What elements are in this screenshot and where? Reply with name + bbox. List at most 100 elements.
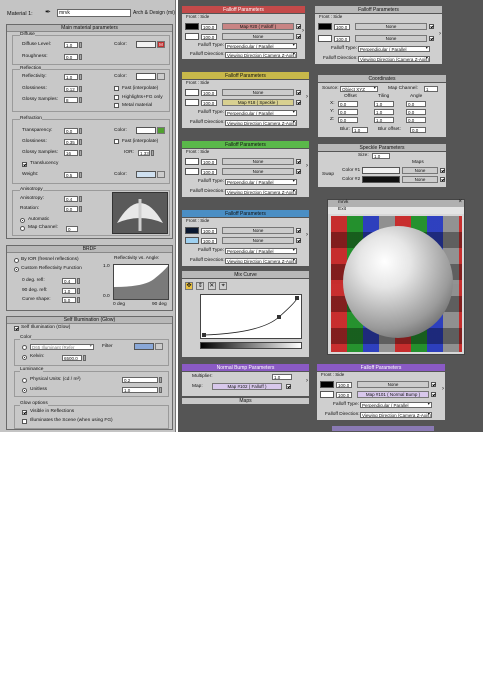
tiling-z-field[interactable]: 1,0 xyxy=(374,117,394,123)
d65-radio[interactable] xyxy=(22,345,27,350)
refraction-samples-field[interactable]: 16 xyxy=(64,150,78,156)
color1-map[interactable]: None xyxy=(402,167,438,174)
falloff-node-3-check-2[interactable] xyxy=(296,100,301,105)
falloff-node-6-check-2[interactable] xyxy=(431,392,436,397)
falloff-node-4-dir-dropdown[interactable]: Viewing Direction (Camera Z-Axis) xyxy=(225,189,297,195)
reflectivity-field[interactable]: 1,0 xyxy=(64,74,78,80)
falloff-node-5-check-1[interactable] xyxy=(296,228,301,233)
diffuse-roughness-spinner[interactable] xyxy=(79,54,82,60)
self-illum-enable-checkbox[interactable] xyxy=(14,326,19,331)
refraction-map-button[interactable] xyxy=(157,127,165,134)
reflection-samples-field[interactable]: 8 xyxy=(64,97,78,103)
kelvin-field[interactable]: 6500,0 xyxy=(62,355,82,361)
falloff-node-5-value-2[interactable]: 100,0 xyxy=(201,238,217,244)
unitless-field[interactable]: 1,0 xyxy=(122,387,158,393)
pick-material-eyedropper-icon[interactable]: ✒ xyxy=(45,9,53,17)
translucency-map-button[interactable] xyxy=(157,171,165,178)
scale-point-icon[interactable]: ⇕ xyxy=(196,282,205,290)
falloff-node-2-check-2[interactable] xyxy=(429,36,434,41)
self-illumination-header[interactable]: Self Illumination (Glow) xyxy=(7,317,172,324)
falloff-node-5-map-2[interactable]: None xyxy=(222,237,294,244)
illuminates-scene-checkbox[interactable] xyxy=(22,419,27,424)
falloff-node-5-output-icon[interactable]: › xyxy=(306,232,308,238)
falloff-node-2-check-1[interactable] xyxy=(429,24,434,29)
falloff-node-1-output-icon[interactable]: › xyxy=(302,28,304,34)
falloff-node-6[interactable]: Falloff Parameters Front : Side 100,0 No… xyxy=(316,363,446,421)
falloff-node-5-dir-dropdown[interactable]: Viewing Direction (Camera Z-Axis) xyxy=(225,258,297,264)
falloff-node-1-value-1[interactable]: 100,0 xyxy=(201,24,217,30)
falloff-node-1-type-dropdown[interactable]: Perpendicular / Parallel xyxy=(225,43,297,49)
diffuse-map-button[interactable]: M xyxy=(157,41,165,48)
falloff-node-6-check-1[interactable] xyxy=(431,382,436,387)
falloff-node-2-value-1[interactable]: 100,0 xyxy=(334,24,350,30)
falloff-node-2[interactable]: Falloff Parameters Front : Side 100,0 No… xyxy=(314,5,443,65)
falloff-node-4-map-1[interactable]: None xyxy=(222,158,294,165)
falloff-node-2-map-2[interactable]: None xyxy=(355,35,427,42)
falloff-node-4-map-2[interactable]: None xyxy=(222,168,294,175)
preview-menu-item[interactable]: Exit xyxy=(338,207,346,213)
multiplier-field[interactable]: 1,0 xyxy=(272,374,292,380)
falloff-node-4-check-1[interactable] xyxy=(296,159,301,164)
bump-map-button[interactable]: Map #102 ( Falloff ) xyxy=(212,383,282,390)
falloff-node-1-map-2[interactable]: None xyxy=(222,33,294,40)
add-point-icon[interactable]: ✕ xyxy=(207,282,216,290)
blur-offset-field[interactable]: 0,0 xyxy=(410,127,426,133)
falloff-node-4-output-icon[interactable]: › xyxy=(306,163,308,169)
material-type-button[interactable]: Arch & Design (mi) xyxy=(133,9,175,17)
falloff-node-3-swatch-1[interactable] xyxy=(185,89,199,96)
falloff-node-6-title[interactable]: Falloff Parameters xyxy=(317,364,445,372)
falloff-node-2-type-dropdown[interactable]: Perpendicular / Parallel xyxy=(358,46,430,52)
metal-material-checkbox[interactable] xyxy=(114,103,119,108)
falloff-node-3[interactable]: Falloff Parameters Front : Side 100,0 No… xyxy=(181,71,310,129)
custom-reflectivity-radio[interactable] xyxy=(14,267,19,272)
reflection-glossiness-spinner[interactable] xyxy=(79,86,82,92)
refraction-fast-checkbox[interactable] xyxy=(114,139,119,144)
translucency-checkbox[interactable] xyxy=(22,162,27,167)
anisotropy-spinner[interactable] xyxy=(79,196,82,202)
rotation-field[interactable]: 0,0 xyxy=(64,206,78,212)
offset-x-field[interactable]: 0,0 xyxy=(338,101,358,107)
falloff-node-5-title[interactable]: Falloff Parameters xyxy=(182,210,309,218)
curve-shape-spinner[interactable] xyxy=(77,297,80,303)
speckle-size-field[interactable]: 1,0 xyxy=(372,153,390,159)
falloff-node-2-dir-dropdown[interactable]: Viewing Direction (Camera Z-Axis) xyxy=(358,56,430,62)
falloff-node-3-check-1[interactable] xyxy=(296,90,301,95)
unitless-spinner[interactable] xyxy=(159,387,162,393)
falloff-node-6-type-dropdown[interactable]: Perpendicular / Parallel xyxy=(360,402,432,408)
curve-shape-field[interactable]: 5,0 xyxy=(62,297,76,303)
falloff-node-6-dir-dropdown[interactable]: Viewing Direction (Camera Z-Axis) xyxy=(360,412,432,418)
angle-x-field[interactable]: 0,0 xyxy=(406,101,426,107)
blur-field[interactable]: 1,0 xyxy=(352,127,368,133)
falloff-node-6-output-icon[interactable]: › xyxy=(442,386,444,392)
falloff-node-1-swatch-1[interactable] xyxy=(185,23,199,30)
brdf-header[interactable]: BRDF xyxy=(7,246,172,253)
falloff-node-5-map-1[interactable]: None xyxy=(222,227,294,234)
falloff-node-4[interactable]: Falloff Parameters Front : Side 100,0 No… xyxy=(181,140,310,198)
translucency-color-swatch[interactable] xyxy=(136,171,156,178)
mix-curve-title[interactable]: Mix Curve xyxy=(182,271,309,279)
map-channel-field[interactable]: 0 xyxy=(66,226,78,232)
main-material-parameters-header[interactable]: Main material parameters xyxy=(7,25,172,32)
falloff-node-3-map-2[interactable]: Map #18 ( Speckle ) xyxy=(222,99,294,106)
falloff-node-2-value-2[interactable]: 100,0 xyxy=(334,36,350,42)
falloff-node-3-type-dropdown[interactable]: Perpendicular / Parallel xyxy=(225,110,297,116)
falloff-node-1[interactable]: Falloff Parameters Front : Side 100,0 Ma… xyxy=(181,5,306,60)
filter-map-button[interactable] xyxy=(155,343,163,350)
map-channel-radio[interactable] xyxy=(20,226,25,231)
reflection-glossiness-field[interactable]: 0,12 xyxy=(64,86,78,92)
angle-y-field[interactable]: 0,0 xyxy=(406,109,426,115)
falloff-node-6-swatch-1[interactable] xyxy=(320,381,334,388)
falloff-node-3-swatch-2[interactable] xyxy=(185,99,199,106)
kelvin-radio[interactable] xyxy=(22,355,27,360)
falloff-node-1-title[interactable]: Falloff Parameters xyxy=(182,6,305,14)
anisotropy-field[interactable]: 0,4 xyxy=(64,196,78,202)
translucency-weight-spinner[interactable] xyxy=(79,172,82,178)
falloff-node-4-swatch-2[interactable] xyxy=(185,168,199,175)
falloff-node-3-dir-dropdown[interactable]: Viewing Direction (Camera Z-Axis) xyxy=(225,120,297,126)
falloff-node-1-check-2[interactable] xyxy=(296,34,301,39)
bump-map-checkbox[interactable] xyxy=(286,384,291,389)
falloff-node-2-swatch-1[interactable] xyxy=(318,23,332,30)
physical-units-spinner[interactable] xyxy=(159,377,162,383)
angle-z-field[interactable]: 0,0 xyxy=(406,117,426,123)
rotation-spinner[interactable] xyxy=(79,206,82,212)
